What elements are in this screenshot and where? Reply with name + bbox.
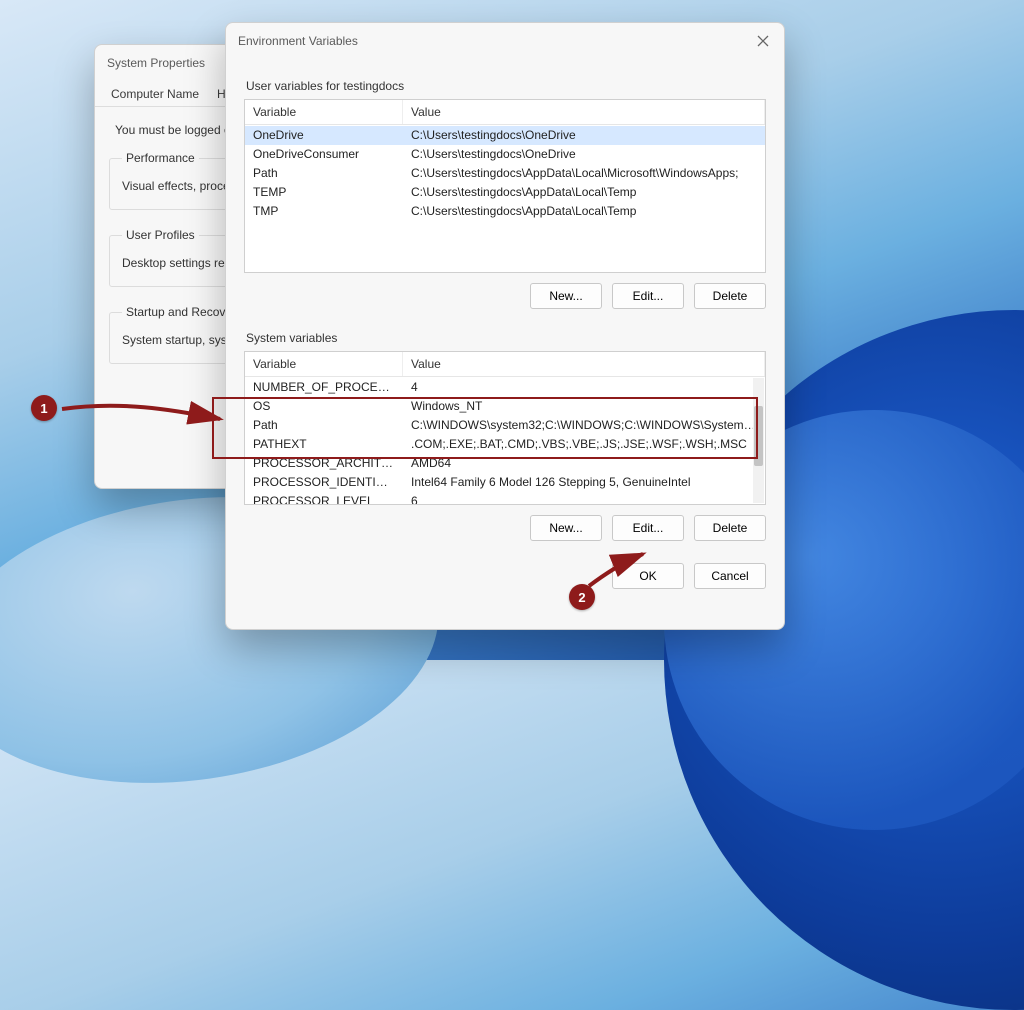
cell-variable: TMP [245,202,403,221]
scrollbar[interactable] [753,378,764,503]
cell-value: .COM;.EXE;.BAT;.CMD;.VBS;.VBE;.JS;.JSE;.… [403,435,765,454]
cell-value: Intel64 Family 6 Model 126 Stepping 5, G… [403,473,765,492]
system-variables-list[interactable]: Variable Value NUMBER_OF_PROCESSORS4OSWi… [244,351,766,505]
cell-variable: PROCESSOR_ARCHITECTURE [245,454,403,473]
sys-edit-button[interactable]: Edit... [612,515,684,541]
table-row[interactable]: PROCESSOR_ARCHITECTUREAMD64 [245,454,765,473]
environment-variables-title: Environment Variables [238,34,358,48]
cell-value: Windows_NT [403,397,765,416]
table-row[interactable]: PROCESSOR_LEVEL6 [245,492,765,504]
user-variables-list[interactable]: Variable Value OneDriveC:\Users\testingd… [244,99,766,273]
column-value[interactable]: Value [403,100,765,124]
table-row[interactable]: OneDriveConsumerC:\Users\testingdocs\One… [245,145,765,164]
cell-variable: PATHEXT [245,435,403,454]
cell-variable: Path [245,416,403,435]
sys-delete-button[interactable]: Delete [694,515,766,541]
table-row[interactable]: TMPC:\Users\testingdocs\AppData\Local\Te… [245,202,765,221]
user-new-button[interactable]: New... [530,283,602,309]
user-edit-button[interactable]: Edit... [612,283,684,309]
cell-value: 4 [403,378,765,397]
cell-variable: Path [245,164,403,183]
cancel-button[interactable]: Cancel [694,563,766,589]
table-row[interactable]: NUMBER_OF_PROCESSORS4 [245,378,765,397]
column-variable[interactable]: Variable [245,100,403,124]
system-properties-title: System Properties [107,56,205,70]
cell-value: C:\Users\testingdocs\OneDrive [403,145,765,164]
group-performance-legend: Performance [122,151,199,165]
ok-button[interactable]: OK [612,563,684,589]
tab-computer-name[interactable]: Computer Name [103,81,207,106]
column-value[interactable]: Value [403,352,765,376]
cell-value: 6 [403,492,765,504]
user-delete-button[interactable]: Delete [694,283,766,309]
cell-variable: PROCESSOR_LEVEL [245,492,403,504]
cell-value: C:\Users\testingdocs\OneDrive [403,126,765,145]
cell-value: C:\Users\testingdocs\AppData\Local\Micro… [403,164,765,183]
cell-variable: OS [245,397,403,416]
cell-value: C:\WINDOWS\system32;C:\WINDOWS;C:\WINDOW… [403,416,765,435]
system-variables-label: System variables [246,331,766,345]
cell-variable: OneDriveConsumer [245,145,403,164]
sys-new-button[interactable]: New... [530,515,602,541]
cell-variable: OneDrive [245,126,403,145]
cell-variable: NUMBER_OF_PROCESSORS [245,378,403,397]
cell-variable: TEMP [245,183,403,202]
table-row[interactable]: PATHEXT.COM;.EXE;.BAT;.CMD;.VBS;.VBE;.JS… [245,435,765,454]
environment-variables-window: Environment Variables User variables for… [225,22,785,630]
group-user-profiles-legend: User Profiles [122,228,199,242]
table-row[interactable]: OSWindows_NT [245,397,765,416]
table-row[interactable]: PathC:\WINDOWS\system32;C:\WINDOWS;C:\WI… [245,416,765,435]
user-variables-label: User variables for testingdocs [246,79,766,93]
close-icon[interactable] [754,32,772,50]
annotation-badge-2: 2 [569,584,595,610]
table-row[interactable]: TEMPC:\Users\testingdocs\AppData\Local\T… [245,183,765,202]
cell-variable: PROCESSOR_IDENTIFIER [245,473,403,492]
cell-value: C:\Users\testingdocs\AppData\Local\Temp [403,183,765,202]
column-variable[interactable]: Variable [245,352,403,376]
table-row[interactable]: PROCESSOR_IDENTIFIERIntel64 Family 6 Mod… [245,473,765,492]
table-row[interactable]: PathC:\Users\testingdocs\AppData\Local\M… [245,164,765,183]
cell-value: C:\Users\testingdocs\AppData\Local\Temp [403,202,765,221]
cell-value: AMD64 [403,454,765,473]
table-row[interactable]: OneDriveC:\Users\testingdocs\OneDrive [245,126,765,145]
annotation-badge-1: 1 [31,395,57,421]
